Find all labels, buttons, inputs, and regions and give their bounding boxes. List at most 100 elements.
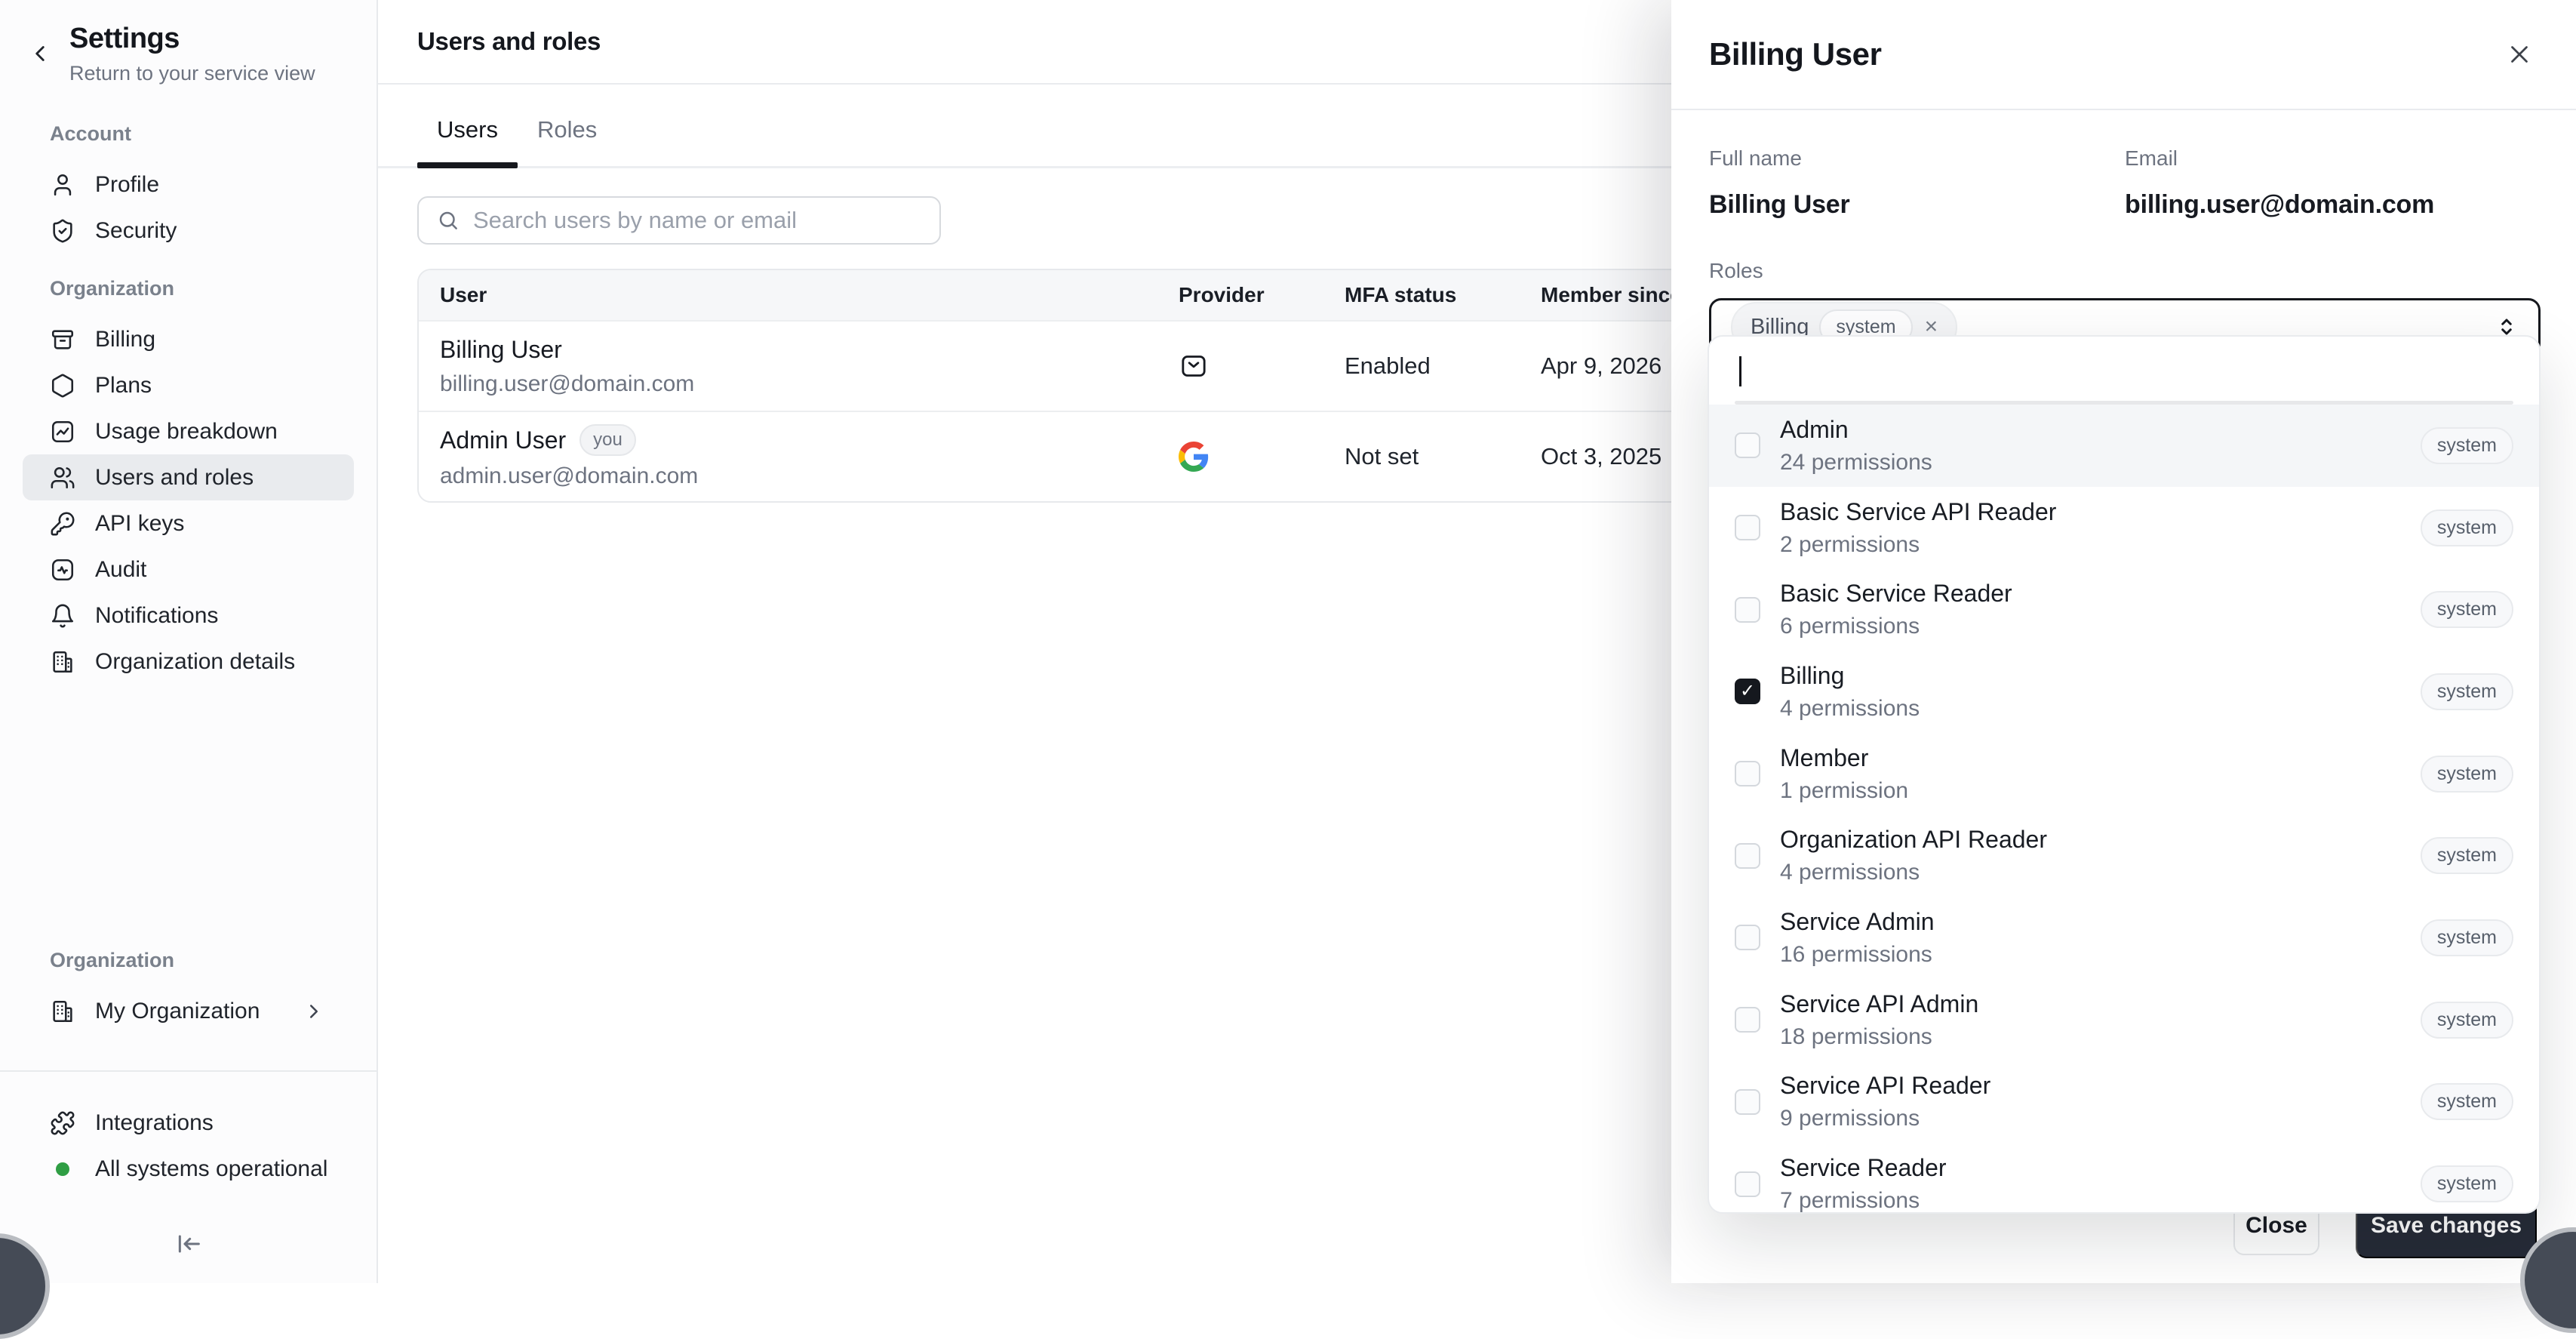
checkbox[interactable]: [1735, 843, 1760, 869]
collapse-sidebar-icon[interactable]: [0, 1229, 377, 1263]
drawer-title: Billing User: [1709, 36, 1882, 72]
sidebar-subtitle[interactable]: Return to your service view: [69, 62, 315, 85]
full-name-value: Billing User: [1709, 190, 2125, 220]
checkbox[interactable]: [1735, 432, 1760, 458]
roles-label: Roles: [1709, 259, 2541, 283]
full-name-label: Full name: [1709, 146, 2125, 171]
chevron-right-icon: [303, 1000, 325, 1023]
system-badge: system: [2421, 837, 2513, 874]
settings-sidebar: Settings Return to your service view Acc…: [0, 0, 378, 1283]
key-icon: [50, 511, 75, 537]
checkbox[interactable]: [1735, 597, 1760, 623]
checkbox[interactable]: [1735, 1089, 1760, 1115]
back-chevron-icon[interactable]: [27, 41, 53, 66]
sidebar-item-audit[interactable]: Audit: [23, 546, 354, 593]
user-search[interactable]: [417, 196, 941, 245]
email-label: Email: [2125, 146, 2541, 171]
role-option-service-api-admin[interactable]: Service API Admin18 permissions system: [1709, 979, 2539, 1061]
checkbox[interactable]: [1735, 761, 1760, 786]
sidebar-item-my-organization[interactable]: My Organization: [23, 988, 354, 1034]
section-label-organization: Organization: [0, 277, 377, 303]
sidebar-item-label: Billing: [95, 327, 155, 352]
drawer-body: Full name Billing User Email billing.use…: [1671, 110, 2576, 356]
sidebar-item-label: Integrations: [95, 1110, 214, 1136]
user-email: admin.user@domain.com: [440, 463, 1179, 489]
text-caret: [1739, 356, 1741, 386]
checkbox[interactable]: [1735, 1171, 1760, 1197]
mfa-status: Not set: [1345, 443, 1541, 470]
email-value: billing.user@domain.com: [2125, 190, 2541, 220]
users-icon: [50, 465, 75, 491]
sidebar-item-plans[interactable]: Plans: [23, 362, 354, 408]
sidebar-item-label: Organization details: [95, 649, 295, 675]
role-option-member[interactable]: Member1 permission system: [1709, 733, 2539, 815]
sidebar-header: Settings Return to your service view: [27, 23, 315, 85]
system-badge: system: [2421, 1165, 2513, 1202]
mfa-status: Enabled: [1345, 352, 1541, 380]
system-badge: system: [2421, 673, 2513, 710]
system-badge: system: [2421, 591, 2513, 628]
user-name: Billing User: [440, 336, 1179, 364]
sidebar-item-label: Usage breakdown: [95, 419, 278, 445]
tab-users[interactable]: Users: [417, 116, 518, 166]
role-option-billing[interactable]: Billing4 permissions system: [1709, 651, 2539, 733]
drawer-header: Billing User: [1671, 0, 2576, 110]
search-input[interactable]: [473, 207, 921, 234]
checkbox-checked[interactable]: [1735, 679, 1760, 704]
user-email: billing.user@domain.com: [440, 371, 1179, 397]
system-badge: system: [2421, 756, 2513, 793]
checkbox[interactable]: [1735, 515, 1760, 540]
role-option-basic-service-reader[interactable]: Basic Service Reader6 permissions system: [1709, 568, 2539, 651]
sidebar-item-usage-breakdown[interactable]: Usage breakdown: [23, 408, 354, 454]
sidebar-item-api-keys[interactable]: API keys: [23, 500, 354, 546]
column-header-mfa-status[interactable]: MFA status: [1345, 283, 1541, 307]
sidebar-item-integrations[interactable]: Integrations: [23, 1100, 354, 1146]
system-badge: system: [2421, 427, 2513, 464]
user-detail-drawer: Billing User Full name Billing User Emai…: [1671, 0, 2576, 1283]
role-option-service-admin[interactable]: Service Admin16 permissions system: [1709, 897, 2539, 979]
shield-check-icon: [50, 218, 75, 244]
sidebar-item-label: Profile: [95, 172, 159, 198]
status-dot-icon: [50, 1156, 75, 1182]
role-option-organization-api-reader[interactable]: Organization API Reader4 permissions sys…: [1709, 814, 2539, 897]
sidebar-divider: [0, 1070, 377, 1072]
role-option-service-api-reader[interactable]: Service API Reader9 permissions system: [1709, 1061, 2539, 1144]
google-provider-icon: [1179, 442, 1345, 472]
sidebar-item-billing[interactable]: Billing: [23, 316, 354, 362]
checkbox[interactable]: [1735, 925, 1760, 950]
close-icon[interactable]: [2505, 40, 2534, 69]
sidebar-item-label: Notifications: [95, 603, 218, 629]
sidebar-item-organization-details[interactable]: Organization details: [23, 639, 354, 685]
tab-roles[interactable]: Roles: [518, 116, 616, 166]
column-header-provider[interactable]: Provider: [1179, 283, 1345, 307]
sidebar-item-notifications[interactable]: Notifications: [23, 593, 354, 639]
sidebar-item-profile[interactable]: Profile: [23, 162, 354, 208]
section-label-account: Account: [0, 122, 377, 148]
sidebar-group-organization: Organization Billing Plans Usage breakdo…: [0, 277, 377, 685]
input-underline: [1735, 401, 2513, 405]
system-badge: system: [2421, 1083, 2513, 1120]
system-badge: system: [2421, 1002, 2513, 1039]
sidebar-item-label: Security: [95, 218, 177, 244]
user-icon: [50, 172, 75, 198]
bell-icon: [50, 603, 75, 629]
sidebar-title: Settings: [69, 23, 315, 55]
role-option-basic-service-api-reader[interactable]: Basic Service API Reader2 permissions sy…: [1709, 487, 2539, 569]
role-option-admin[interactable]: Admin24 permissions system: [1709, 405, 2539, 487]
roles-dropdown: Admin24 permissions system Basic Service…: [1708, 335, 2541, 1214]
sidebar-item-security[interactable]: Security: [23, 208, 354, 254]
role-filter-input[interactable]: [1709, 337, 2539, 405]
role-option-service-reader[interactable]: Service Reader7 permissions system: [1709, 1143, 2539, 1214]
search-icon: [437, 209, 460, 232]
sidebar-footer-group: Integrations All systems operational: [0, 1100, 377, 1192]
activity-icon: [50, 557, 75, 583]
email-provider-icon: [1179, 351, 1345, 381]
checkbox[interactable]: [1735, 1007, 1760, 1033]
system-status-label: All systems operational: [95, 1156, 327, 1182]
sidebar-item-users-and-roles[interactable]: Users and roles: [23, 454, 354, 500]
archive-icon: [50, 327, 75, 352]
system-badge: system: [2421, 509, 2513, 546]
sidebar-item-label: Plans: [95, 373, 152, 399]
system-status-item[interactable]: All systems operational: [23, 1146, 354, 1192]
column-header-user[interactable]: User: [440, 283, 1179, 307]
